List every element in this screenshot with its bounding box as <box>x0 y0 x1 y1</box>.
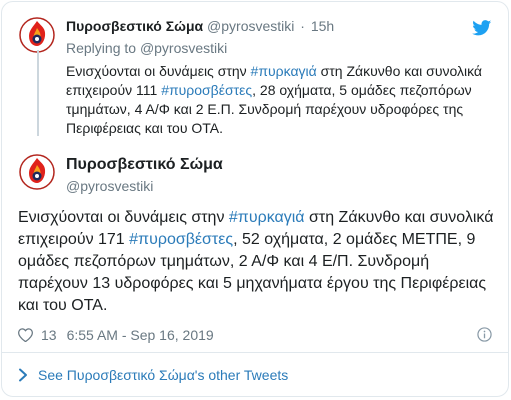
thread-connector <box>37 50 39 136</box>
parent-tweet-time[interactable]: 15h <box>311 18 334 34</box>
parent-tweet-text: Ενισχύονται οι δυνάμεις στην #πυρκαγιά σ… <box>66 62 496 138</box>
fire-service-avatar-icon[interactable] <box>19 17 55 53</box>
hashtag-link[interactable]: #πυροσβέστες <box>161 82 252 98</box>
main-text-part-1: Ενισχύονται οι δυνάμεις στην <box>18 209 229 226</box>
parent-author-name[interactable]: Πυροσβεστικό Σώμα <box>66 18 203 34</box>
main-author-name[interactable]: Πυροσβεστικό Σώμα <box>66 156 223 174</box>
main-tweet-text: Ενισχύονται οι δυνάμεις στην #πυρκαγιά σ… <box>18 207 498 317</box>
replying-to-label: Replying to <box>66 40 137 56</box>
twitter-bird-icon[interactable] <box>472 20 492 36</box>
replying-to-handle[interactable]: @pyrosvestiki <box>140 40 227 56</box>
parent-tweet-header: Πυροσβεστικό Σώμα @pyrosvestiki · 15h <box>66 18 334 34</box>
parent-text-part-1: Ενισχύονται οι δυνάμεις στην <box>66 63 251 79</box>
main-author-handle[interactable]: @pyrosvestiki <box>66 178 153 194</box>
info-icon[interactable] <box>477 327 492 342</box>
hashtag-link[interactable]: #πυρκαγιά <box>229 209 305 226</box>
parent-tweet[interactable]: Πυροσβεστικό Σώμα @pyrosvestiki · 15h Re… <box>2 2 508 144</box>
tweet-footer: See Πυροσβεστικό Σώμα's other Tweets <box>2 352 508 396</box>
see-other-tweets-label: See Πυροσβεστικό Σώμα's other Tweets <box>38 367 289 383</box>
tweet-actions: 13 6:55 AM - Sep 16, 2019 <box>18 326 214 344</box>
tweet-timestamp[interactable]: 6:55 AM - Sep 16, 2019 <box>67 327 214 343</box>
fire-service-avatar-icon[interactable] <box>19 154 55 190</box>
replying-to-line: Replying to @pyrosvestiki <box>66 40 227 56</box>
heart-icon[interactable] <box>18 328 33 342</box>
parent-author-handle[interactable]: @pyrosvestiki <box>207 18 294 34</box>
see-other-tweets-link[interactable]: See Πυροσβεστικό Σώμα's other Tweets <box>18 367 288 383</box>
like-count[interactable]: 13 <box>41 327 57 343</box>
hashtag-link[interactable]: #πυροσβέστες <box>129 231 233 248</box>
chevron-right-icon <box>19 368 27 382</box>
separator-dot: · <box>300 18 305 34</box>
hashtag-link[interactable]: #πυρκαγιά <box>251 63 317 79</box>
embedded-tweet-card: Πυροσβεστικό Σώμα @pyrosvestiki · 15h Re… <box>1 1 509 397</box>
